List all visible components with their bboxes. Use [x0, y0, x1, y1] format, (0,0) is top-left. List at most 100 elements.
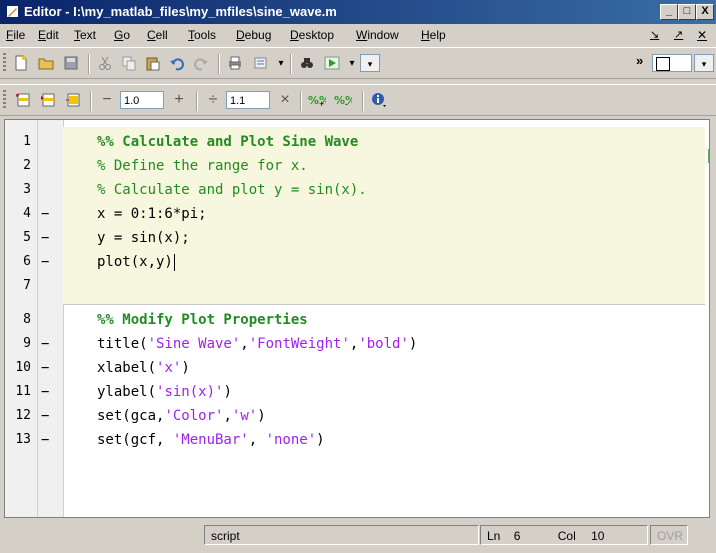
code-line: 7: [5, 274, 705, 298]
text-cursor: [173, 253, 175, 271]
line-text[interactable]: y = sin(x);: [97, 226, 190, 250]
find-icon[interactable]: [298, 54, 316, 72]
breakpoint-marker[interactable]: −: [41, 226, 49, 250]
line-text[interactable]: title('Sine Wave','FontWeight','bold'): [97, 332, 417, 356]
evaluate-cell-icon[interactable]: [14, 91, 32, 109]
svg-text:+: +: [319, 99, 324, 108]
evaluate-entire-file-icon[interactable]: [64, 91, 82, 109]
line-text[interactable]: % Define the range for x.: [97, 154, 308, 178]
copy-icon[interactable]: [120, 54, 138, 72]
toolbar-grip[interactable]: [3, 53, 6, 73]
new-file-icon[interactable]: [12, 54, 30, 72]
menu-debug[interactable]: Debug: [236, 24, 271, 46]
menu-tools[interactable]: Tools: [188, 24, 216, 46]
toolbar-grip[interactable]: [3, 90, 6, 110]
menu-window[interactable]: Window: [356, 24, 399, 46]
line-number: 9: [23, 336, 31, 351]
line-text[interactable]: x = 0:1:6*pi;: [97, 202, 207, 226]
line-text[interactable]: % Calculate and plot y = sin(x).: [97, 178, 367, 202]
toolbar-separator: [88, 54, 90, 74]
line-number: 12: [15, 408, 31, 423]
menu-edit[interactable]: Edit: [38, 24, 59, 46]
cell-divider-line: [63, 304, 705, 305]
breakpoint-marker[interactable]: −: [41, 202, 49, 226]
menu-go[interactable]: Go: [114, 24, 130, 46]
code-line: 9 − title('Sine Wave','FontWeight','bold…: [5, 332, 705, 356]
line-text-with-cursor[interactable]: plot(x,y): [97, 250, 175, 274]
undo-icon[interactable]: [168, 54, 186, 72]
code-line: 10 − xlabel('x'): [5, 356, 705, 380]
toolbar-overflow-icon[interactable]: »: [636, 53, 643, 68]
breakpoint-marker[interactable]: −: [41, 250, 49, 274]
divide-value-input[interactable]: 1.1: [226, 91, 270, 109]
code-line: 8 %% Modify Plot Properties: [5, 308, 705, 332]
print-icon[interactable]: [226, 54, 244, 72]
editor-app-icon: [7, 6, 18, 17]
code-editor[interactable]: 1 %% Calculate and Plot Sine Wave 2 % De…: [4, 119, 710, 518]
overwrite-status: OVR: [650, 525, 688, 545]
redo-icon[interactable]: [192, 54, 210, 72]
cut-icon[interactable]: [96, 54, 114, 72]
line-number: 1: [23, 134, 31, 149]
open-icon[interactable]: [37, 54, 55, 72]
find-files-icon[interactable]: [252, 54, 270, 72]
dock-icon[interactable]: ↗: [674, 24, 683, 46]
breakpoint-marker[interactable]: −: [41, 356, 49, 380]
stack-dropdown[interactable]: ▾: [360, 54, 380, 72]
maximize-button[interactable]: □: [678, 4, 696, 20]
run-icon[interactable]: [323, 54, 341, 72]
menu-help[interactable]: Help: [421, 24, 446, 46]
col-label: Col: [557, 529, 576, 543]
remove-cell-break-icon[interactable]: %%-: [334, 91, 352, 109]
status-bar: script Ln 6 Col 10 OVR: [0, 520, 716, 553]
decrement-value-input[interactable]: 1.0: [120, 91, 164, 109]
line-number: 3: [23, 182, 31, 197]
close-button[interactable]: X: [696, 4, 714, 20]
code-line: 11 − ylabel('sin(x)'): [5, 380, 705, 404]
breakpoint-marker[interactable]: −: [41, 428, 49, 452]
code-analyzer-indicator[interactable]: [708, 149, 709, 163]
increment-button[interactable]: +: [170, 91, 188, 109]
breakpoint-marker[interactable]: −: [41, 380, 49, 404]
main-toolbar: ▾ ▾ ▾ » ▾: [0, 47, 716, 79]
line-text[interactable]: %% Modify Plot Properties: [97, 308, 308, 332]
insert-cell-break-icon[interactable]: %%+: [308, 91, 326, 109]
close-doc-icon[interactable]: ✕: [697, 24, 707, 46]
line-number: 11: [15, 384, 31, 399]
find-files-dropdown-icon[interactable]: ▾: [272, 54, 290, 72]
info-icon[interactable]: [370, 91, 388, 109]
breakpoint-marker[interactable]: −: [41, 404, 49, 428]
layout-dropdown[interactable]: [652, 54, 692, 72]
menu-text[interactable]: Text: [74, 24, 96, 46]
line-text[interactable]: plot(x,y): [97, 254, 173, 270]
line-text[interactable]: set(gca,'Color','w'): [97, 404, 266, 428]
menu-cell[interactable]: Cell: [147, 24, 168, 46]
decrement-button[interactable]: −: [98, 91, 116, 109]
line-number: 6: [23, 254, 31, 269]
menu-desktop[interactable]: Desktop: [290, 24, 334, 46]
code-line: 6 − plot(x,y): [5, 250, 705, 274]
line-text[interactable]: %% Calculate and Plot Sine Wave: [97, 130, 358, 154]
run-dropdown-icon[interactable]: ▾: [343, 54, 361, 72]
divide-button[interactable]: ÷: [204, 91, 222, 109]
menu-file[interactable]: File: [6, 24, 25, 46]
undock-icon[interactable]: ↘: [650, 24, 659, 46]
line-number: 5: [23, 230, 31, 245]
save-icon[interactable]: [62, 54, 80, 72]
ln-value: 6: [513, 529, 521, 543]
breakpoint-marker[interactable]: −: [41, 332, 49, 356]
line-text[interactable]: xlabel('x'): [97, 356, 190, 380]
line-number: 4: [23, 206, 31, 221]
menu-bar: File Edit Text Go Cell Tools Debug Deskt…: [0, 24, 716, 46]
minimize-button[interactable]: _: [660, 4, 678, 20]
line-number: 13: [15, 432, 31, 447]
evaluate-cell-advance-icon[interactable]: [39, 91, 57, 109]
multiply-button[interactable]: ×: [276, 91, 294, 109]
line-text[interactable]: set(gcf, 'MenuBar', 'none'): [97, 428, 325, 452]
toolbar-separator: [362, 91, 364, 111]
paste-icon[interactable]: [144, 54, 162, 72]
layout-dropdown-arrow[interactable]: ▾: [694, 54, 714, 72]
toolbar-separator: [90, 91, 92, 111]
window-title: Editor - I:\my_matlab_files\my_mfiles\si…: [24, 4, 337, 19]
line-text[interactable]: ylabel('sin(x)'): [97, 380, 232, 404]
